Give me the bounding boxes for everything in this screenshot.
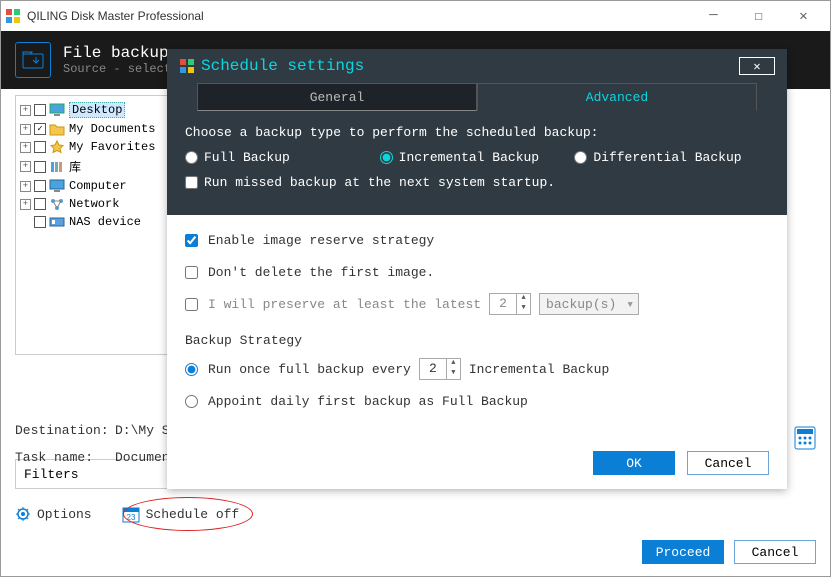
modal-header: Schedule settings ✕ General Advanced Cho… [167, 49, 787, 215]
preserve-unit-select[interactable]: backup(s) [539, 293, 639, 315]
strategy-run-suffix: Incremental Backup [469, 362, 609, 377]
proceed-button[interactable]: Proceed [642, 540, 724, 564]
header-subtitle: Source - select [63, 62, 171, 76]
tree-label: My Documents [69, 122, 155, 136]
expand-icon[interactable]: + [20, 199, 31, 210]
modal-title: Schedule settings [201, 57, 364, 75]
file-backup-icon [15, 42, 51, 78]
svg-text:23: 23 [126, 513, 135, 522]
main-window: QILING Disk Master Professional ─ ☐ ✕ Fi… [0, 0, 831, 577]
tree-label: 库 [69, 158, 81, 175]
checkbox[interactable] [34, 161, 46, 173]
dont-delete-checkbox[interactable] [185, 266, 198, 279]
main-buttons: Proceed Cancel [642, 540, 816, 564]
strategy-count-spinner[interactable]: 2 ▲▼ [419, 358, 461, 380]
strategy-appoint-radio[interactable] [185, 395, 198, 408]
tab-advanced[interactable]: Advanced [477, 83, 757, 111]
backup-type-instruction: Choose a backup type to perform the sche… [167, 111, 787, 150]
tree-label: Network [69, 197, 119, 211]
maximize-button[interactable]: ☐ [736, 2, 781, 30]
close-button[interactable]: ✕ [781, 2, 826, 30]
computer-icon [49, 179, 65, 193]
strategy-appoint-label: Appoint daily first backup as Full Backu… [208, 394, 528, 409]
cancel-button[interactable]: Cancel [734, 540, 816, 564]
bottom-options: Options 23 Schedule off [15, 505, 239, 523]
preserve-checkbox[interactable] [185, 298, 198, 311]
taskname-label: Task name: [15, 450, 115, 465]
tree-item-desktop[interactable]: + Desktop [20, 100, 166, 120]
tree-item-computer[interactable]: + Computer [20, 177, 166, 195]
tree-label: My Favorites [69, 140, 155, 154]
network-icon [49, 197, 65, 211]
backup-strategy-title: Backup Strategy [185, 333, 769, 348]
nas-icon [49, 215, 65, 229]
modal-close-button[interactable]: ✕ [739, 57, 775, 75]
expand-icon[interactable]: + [20, 181, 31, 192]
strategy-run-prefix: Run once full backup every [208, 362, 411, 377]
expand-icon[interactable]: + [20, 105, 31, 116]
tree-item-documents[interactable]: + ✓ My Documents [20, 120, 166, 138]
tree-item-network[interactable]: + Network [20, 195, 166, 213]
strategy-run-radio[interactable] [185, 363, 198, 376]
modal-tabs: General Advanced [167, 79, 787, 111]
checkbox[interactable] [34, 198, 46, 210]
desktop-icon [49, 103, 65, 117]
expand-icon[interactable]: + [20, 142, 31, 153]
app-logo [5, 8, 21, 24]
checkbox[interactable] [34, 141, 46, 153]
checkbox[interactable] [34, 104, 46, 116]
source-tree[interactable]: + Desktop + ✓ My Documents + My Favorite… [15, 95, 171, 355]
star-icon [49, 140, 65, 154]
header-title: File backup [63, 44, 171, 62]
schedule-label: Schedule off [146, 507, 240, 522]
minimize-button[interactable]: ─ [691, 2, 736, 30]
tree-item-nas[interactable]: NAS device [20, 213, 166, 231]
modal-body: Enable image reserve strategy Don't dele… [167, 215, 787, 436]
spinner-up-icon[interactable]: ▲ [517, 294, 530, 304]
tree-label: Computer [69, 179, 127, 193]
calendar-icon: 23 [122, 505, 140, 523]
spinner-down-icon[interactable]: ▼ [517, 304, 530, 314]
schedule-button[interactable]: 23 Schedule off [122, 505, 240, 523]
tree-item-library[interactable]: + 库 [20, 156, 166, 177]
titlebar: QILING Disk Master Professional ─ ☐ ✕ [1, 1, 830, 31]
preserve-label: I will preserve at least the latest [208, 297, 481, 312]
radio-full-backup[interactable]: Full Backup [185, 150, 380, 165]
schedule-settings-dialog: Schedule settings ✕ General Advanced Cho… [167, 49, 787, 489]
checkbox[interactable]: ✓ [34, 123, 46, 135]
options-button[interactable]: Options [15, 506, 92, 522]
checkbox[interactable] [34, 216, 46, 228]
calculator-icon[interactable] [794, 426, 816, 450]
modal-buttons: OK Cancel [593, 451, 769, 475]
cancel-button[interactable]: Cancel [687, 451, 769, 475]
library-icon [49, 160, 65, 174]
schedule-icon [179, 58, 195, 74]
ok-button[interactable]: OK [593, 451, 675, 475]
preserve-count-spinner[interactable]: 2 ▲▼ [489, 293, 531, 315]
radio-differential-backup[interactable]: Differential Backup [574, 150, 769, 165]
fields: Destination: D:\My Sto Task name: Docume… [15, 423, 185, 477]
app-title: QILING Disk Master Professional [27, 9, 691, 23]
tab-general[interactable]: General [197, 83, 477, 111]
spinner-down-icon[interactable]: ▼ [447, 369, 460, 379]
folder-icon [49, 122, 65, 136]
options-label: Options [37, 507, 92, 522]
destination-label: Destination: [15, 423, 115, 438]
tree-item-favorites[interactable]: + My Favorites [20, 138, 166, 156]
enable-reserve-checkbox[interactable] [185, 234, 198, 247]
run-missed-checkbox[interactable] [185, 176, 198, 189]
dont-delete-label: Don't delete the first image. [208, 265, 434, 280]
expand-icon[interactable]: + [20, 161, 31, 172]
enable-reserve-label: Enable image reserve strategy [208, 233, 434, 248]
spinner-up-icon[interactable]: ▲ [447, 359, 460, 369]
checkbox[interactable] [34, 180, 46, 192]
expand-icon[interactable]: + [20, 124, 31, 135]
run-missed-label: Run missed backup at the next system sta… [204, 175, 555, 190]
gear-icon [15, 506, 31, 522]
radio-incremental-backup[interactable]: Incremental Backup [380, 150, 575, 165]
tree-label: Desktop [69, 102, 125, 118]
tree-label: NAS device [69, 215, 141, 229]
